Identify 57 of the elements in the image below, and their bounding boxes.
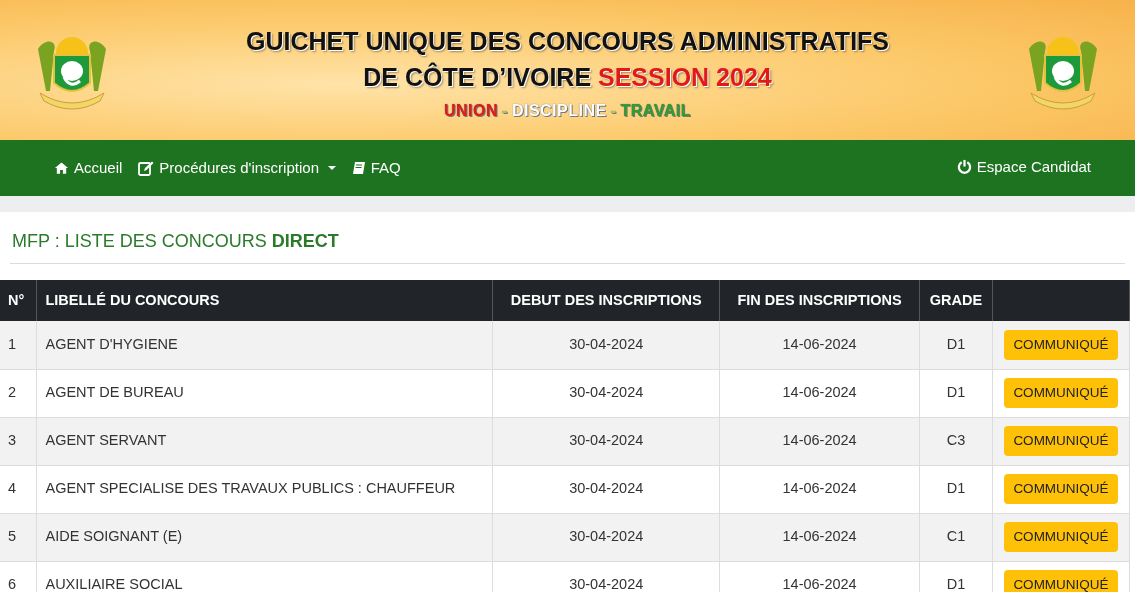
table-cell: AGENT SERVANT (36, 417, 493, 465)
nav-link[interactable]: Espace Candidat (956, 155, 1091, 179)
table-cell: 30-04-2024 (492, 321, 720, 369)
table-cell: 30-04-2024 (492, 417, 720, 465)
table-cell: 14-06-2024 (719, 321, 920, 369)
communique-button[interactable]: COMMUNIQUÉ (1004, 521, 1118, 553)
table-cell: C3 (919, 417, 993, 465)
column-header: LIBELLÉ DU CONCOURS (36, 280, 493, 321)
table-cell: D1 (919, 369, 993, 417)
table-cell: AGENT SPECIALISE DES TRAVAUX PUBLICS : CHAUFFEUR (36, 465, 493, 513)
book-icon (351, 160, 366, 176)
power-icon (956, 159, 972, 175)
table-cell: 2 (0, 369, 37, 417)
table-cell: C1 (919, 513, 993, 561)
site-title: GUICHET UNIQUE DES CONCOURS ADMINISTRATIFS (245, 25, 890, 57)
site-title: DE CÔTE D’IVOIRE SESSION 2024 (363, 61, 772, 93)
communique-button[interactable]: COMMUNIQUÉ (1004, 329, 1118, 360)
table-cell: 30-04-2024 (492, 465, 720, 513)
motto-word: TRAVAIL (620, 101, 691, 122)
table-cell: AGENT DE BUREAU (36, 369, 493, 417)
table-cell: D1 (919, 321, 993, 369)
table-cell: D1 (919, 465, 993, 513)
table-cell: 1 (0, 321, 37, 369)
table-cell: 30-04-2024 (492, 561, 720, 592)
table-cell: 5 (0, 513, 37, 561)
motto-word: - (502, 101, 508, 122)
table-cell: 14-06-2024 (719, 465, 920, 513)
communique-button[interactable]: COMMUNIQUÉ (1004, 473, 1118, 505)
communique-button[interactable]: COMMUNIQUÉ (1004, 425, 1118, 457)
table-cell: 14-06-2024 (719, 369, 920, 417)
table-cell: 30-04-2024 (492, 513, 720, 561)
nav-link[interactable]: Accueil (54, 156, 123, 180)
page-heading: MFP : LISTE DES CONCOURS DIRECT (12, 230, 340, 253)
home-icon (54, 161, 69, 175)
nav-dropdown[interactable]: Procédures d'inscription (138, 156, 336, 180)
motto-word: UNION (444, 101, 499, 122)
column-header: GRADE (919, 280, 993, 321)
column-header: N° (0, 280, 37, 321)
table-cell: AIDE SOIGNANT (E) (36, 513, 493, 561)
table-cell: 14-06-2024 (719, 513, 920, 561)
column-header: DEBUT DES INSCRIPTIONS (492, 280, 720, 321)
communique-button[interactable]: COMMUNIQUÉ (1004, 377, 1118, 409)
table-cell: D1 (919, 561, 993, 592)
table-cell: 4 (0, 465, 37, 513)
column-header: FIN DES INSCRIPTIONS (719, 280, 920, 321)
table-cell: AUXILIAIRE SOCIAL (36, 561, 493, 592)
nav-link[interactable]: FAQ (351, 156, 401, 180)
edit-icon (138, 160, 155, 176)
table-cell: 14-06-2024 (719, 417, 920, 465)
motto-word: - (610, 101, 617, 122)
table-cell: 3 (0, 417, 37, 465)
motto-word: DISCIPLINE (511, 101, 607, 122)
table-cell: AGENT D'HYGIENE (36, 321, 493, 369)
table-cell: 6 (0, 561, 37, 592)
communique-button[interactable]: COMMUNIQUÉ (1004, 569, 1118, 592)
table-cell: 14-06-2024 (719, 561, 920, 592)
table-cell: 30-04-2024 (492, 369, 720, 417)
